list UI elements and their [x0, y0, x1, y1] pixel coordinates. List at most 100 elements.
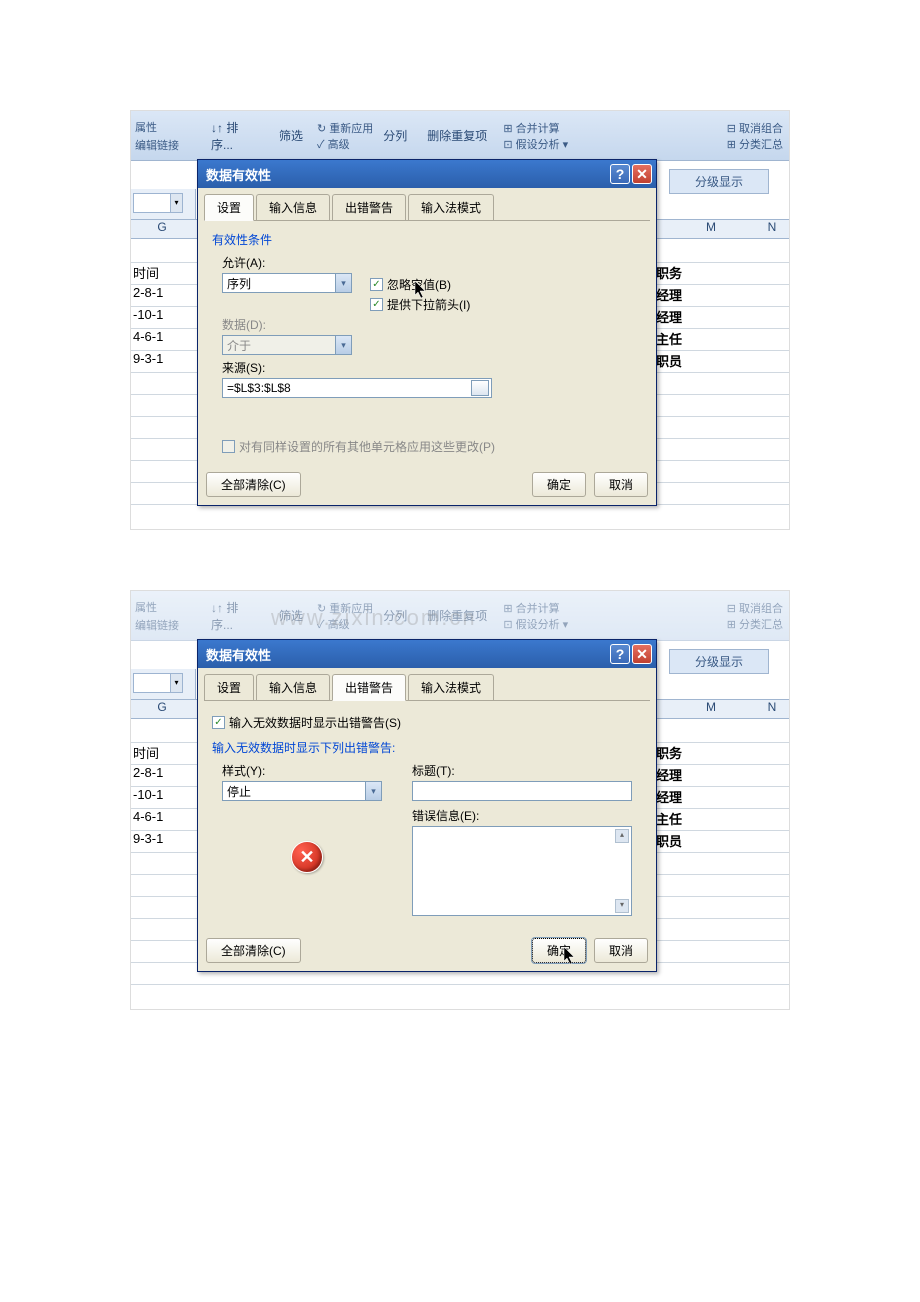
- ribbon-filter[interactable]: 筛选: [273, 605, 313, 626]
- column-header-g[interactable]: G: [137, 220, 187, 234]
- ribbon-toolbar: 属性 编辑链接 ↓↑ 排序... 筛选 ↻ 重新应用 ✓ 高级 分列 删除重复项…: [131, 111, 789, 161]
- cell-date-2[interactable]: -10-1: [133, 307, 199, 322]
- column-header-g[interactable]: G: [137, 700, 187, 714]
- show-error-alert-checkbox[interactable]: ✓ 输入无效数据时显示出错警告(S): [212, 714, 642, 731]
- ignore-blank-checkbox[interactable]: ✓ 忽略空值(B): [370, 276, 470, 293]
- ribbon-ungroup[interactable]: ⊟ 取消组合: [727, 120, 783, 136]
- cell-pos-1[interactable]: 经理: [656, 765, 716, 784]
- column-header-m[interactable]: M: [691, 700, 731, 714]
- ribbon-advanced[interactable]: ✓ 高级: [317, 616, 373, 632]
- range-selector-icon[interactable]: [471, 380, 489, 396]
- cancel-button[interactable]: 取消: [594, 938, 648, 963]
- cell-position-header[interactable]: 职务: [656, 743, 716, 762]
- cell-time-header[interactable]: 时间: [133, 263, 199, 282]
- cell-pos-4[interactable]: 职员: [656, 351, 716, 370]
- ribbon-subtotal[interactable]: ⊞ 分类汇总: [727, 136, 783, 152]
- cell-date-2[interactable]: -10-1: [133, 787, 199, 802]
- close-button-icon[interactable]: ✕: [632, 164, 652, 184]
- dialog-tabs: 设置 输入信息 出错警告 输入法模式: [198, 668, 656, 700]
- name-box-dropdown-icon[interactable]: ▾: [170, 674, 182, 692]
- cell-date-3[interactable]: 4-6-1: [133, 809, 199, 824]
- ribbon-properties[interactable]: 属性: [135, 598, 201, 616]
- allow-dropdown[interactable]: 序列 ▾: [222, 273, 352, 293]
- dialog-titlebar[interactable]: 数据有效性 ? ✕: [198, 160, 656, 188]
- ribbon-sort[interactable]: ↓↑ 排序...: [205, 597, 265, 635]
- ribbon-sort[interactable]: ↓↑ 排序...: [205, 117, 265, 155]
- cell-pos-3[interactable]: 主任: [656, 329, 716, 348]
- tab-settings[interactable]: 设置: [204, 674, 254, 700]
- cell-position-header[interactable]: 职务: [656, 263, 716, 282]
- data-dropdown: 介于 ▾: [222, 335, 352, 355]
- ribbon-recalc[interactable]: ⊞ 合并计算: [503, 120, 568, 136]
- ribbon-subtotal[interactable]: ⊞ 分类汇总: [727, 616, 783, 632]
- cell-pos-3[interactable]: 主任: [656, 809, 716, 828]
- screenshot-2-error-alert-tab: 属性 编辑链接 ↓↑ 排序... 筛选 ↻ 重新应用 ✓ 高级 分列 删除重复项…: [130, 590, 790, 1010]
- scroll-up-icon[interactable]: ▴: [615, 829, 629, 843]
- ribbon-reapply[interactable]: ↻ 重新应用: [317, 600, 373, 616]
- checkbox-checked-icon: ✓: [212, 716, 225, 729]
- ribbon-remove-duplicates[interactable]: 删除重复项: [421, 125, 493, 146]
- clear-all-button[interactable]: 全部清除(C): [206, 472, 301, 497]
- ribbon-remove-duplicates[interactable]: 删除重复项: [421, 605, 493, 626]
- tab-body-error-alert: ✓ 输入无效数据时显示出错警告(S) 输入无效数据时显示下列出错警告: 样式(Y…: [204, 700, 650, 930]
- cell-time-header[interactable]: 时间: [133, 743, 199, 762]
- scroll-down-icon[interactable]: ▾: [615, 899, 629, 913]
- ribbon-edit-links[interactable]: 编辑链接: [135, 136, 201, 154]
- column-header-m[interactable]: M: [691, 220, 731, 234]
- ribbon-what-if[interactable]: ⊡ 假设分析 ▾: [503, 136, 568, 152]
- cell-date-3[interactable]: 4-6-1: [133, 329, 199, 344]
- cell-pos-2[interactable]: 经理: [656, 307, 716, 326]
- dialog-title: 数据有效性: [206, 645, 271, 664]
- ribbon-ungroup[interactable]: ⊟ 取消组合: [727, 600, 783, 616]
- dropdown-arrow-checkbox[interactable]: ✓ 提供下拉箭头(I): [370, 296, 470, 313]
- chevron-down-icon: ▾: [335, 336, 351, 354]
- help-button-icon[interactable]: ?: [610, 164, 630, 184]
- close-button-icon[interactable]: ✕: [632, 644, 652, 664]
- column-header-n[interactable]: N: [757, 220, 787, 234]
- error-message-textarea[interactable]: ▴ ▾: [412, 826, 632, 916]
- ribbon-recalc[interactable]: ⊞ 合并计算: [503, 600, 568, 616]
- chevron-down-icon[interactable]: ▾: [335, 274, 351, 292]
- ok-button[interactable]: 确定: [532, 472, 586, 497]
- ribbon-properties[interactable]: 属性: [135, 118, 201, 136]
- tab-error-alert[interactable]: 出错警告: [332, 194, 406, 220]
- cell-date-1[interactable]: 2-8-1: [133, 285, 199, 300]
- error-message-label: 错误信息(E):: [412, 807, 642, 824]
- chevron-down-icon[interactable]: ▾: [365, 782, 381, 800]
- cell-pos-4[interactable]: 职员: [656, 831, 716, 850]
- tab-ime-mode[interactable]: 输入法模式: [408, 194, 494, 220]
- tab-ime-mode[interactable]: 输入法模式: [408, 674, 494, 700]
- ribbon-filter[interactable]: 筛选: [273, 125, 313, 146]
- cell-date-4[interactable]: 9-3-1: [133, 351, 199, 366]
- data-label: 数据(D):: [222, 316, 642, 333]
- ribbon-reapply[interactable]: ↻ 重新应用: [317, 120, 373, 136]
- clear-all-button[interactable]: 全部清除(C): [206, 938, 301, 963]
- source-input[interactable]: =$L$3:$L$8: [222, 378, 492, 398]
- dialog-titlebar[interactable]: 数据有效性 ? ✕: [198, 640, 656, 668]
- style-dropdown[interactable]: 停止 ▾: [222, 781, 382, 801]
- help-button-icon[interactable]: ?: [610, 644, 630, 664]
- tab-input-message[interactable]: 输入信息: [256, 674, 330, 700]
- ribbon-text-to-columns[interactable]: 分列: [377, 605, 413, 626]
- name-box[interactable]: ▾: [133, 193, 183, 213]
- tab-settings[interactable]: 设置: [204, 194, 254, 221]
- source-label: 来源(S):: [222, 359, 642, 376]
- cell-pos-1[interactable]: 经理: [656, 285, 716, 304]
- title-input[interactable]: [412, 781, 632, 801]
- cell-date-4[interactable]: 9-3-1: [133, 831, 199, 846]
- ribbon-text-to-columns[interactable]: 分列: [377, 125, 413, 146]
- tab-input-message[interactable]: 输入信息: [256, 194, 330, 220]
- tab-error-alert[interactable]: 出错警告: [332, 674, 406, 701]
- ribbon-what-if[interactable]: ⊡ 假设分析 ▾: [503, 616, 568, 632]
- cell-date-1[interactable]: 2-8-1: [133, 765, 199, 780]
- cell-pos-2[interactable]: 经理: [656, 787, 716, 806]
- checkbox-unchecked-icon: [222, 440, 235, 453]
- style-label: 样式(Y):: [222, 762, 392, 779]
- name-box[interactable]: ▾: [133, 673, 183, 693]
- column-header-n[interactable]: N: [757, 700, 787, 714]
- cancel-button[interactable]: 取消: [594, 472, 648, 497]
- name-box-dropdown-icon[interactable]: ▾: [170, 194, 182, 212]
- ribbon-advanced[interactable]: ✓ 高级: [317, 136, 373, 152]
- ribbon-edit-links[interactable]: 编辑链接: [135, 616, 201, 634]
- ok-button[interactable]: 确定: [532, 938, 586, 963]
